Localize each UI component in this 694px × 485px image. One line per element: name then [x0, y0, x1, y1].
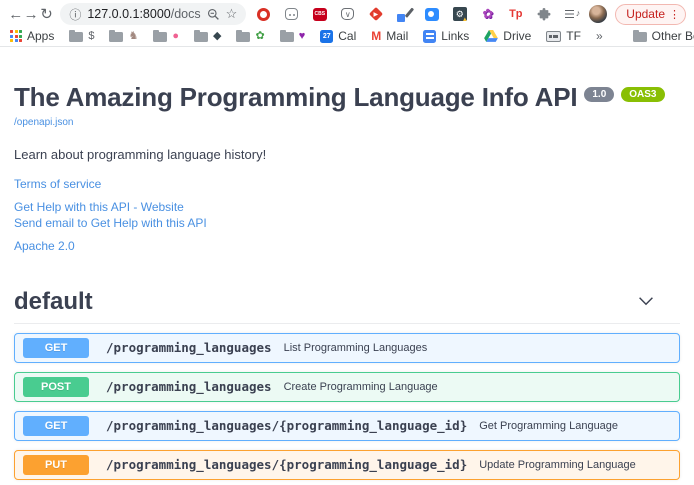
- page-title: The Amazing Programming Language Info AP…: [14, 83, 577, 112]
- gmail-icon: M: [371, 29, 381, 43]
- endpoint-summary: Update Programming Language: [479, 459, 636, 471]
- bookmark-folder-heart[interactable]: ♥: [280, 30, 306, 42]
- leaf-glyph: ✿: [255, 31, 264, 42]
- address-bar[interactable]: ⓘ 127.0.0.1:8000/docs ☆: [60, 3, 246, 25]
- site-info-icon[interactable]: ⓘ: [69, 6, 81, 23]
- folder-icon: [280, 32, 294, 42]
- endpoint-row-list-languages[interactable]: GET /programming_languages List Programm…: [14, 333, 680, 363]
- bookmark-folder-money[interactable]: $: [69, 30, 94, 42]
- oas3-badge: OAS3: [621, 87, 664, 102]
- bookmark-links[interactable]: Links: [423, 29, 469, 43]
- chat-bubble-extension-icon[interactable]: [284, 7, 299, 22]
- api-description: Learn about programming language history…: [14, 147, 680, 162]
- update-button[interactable]: Update ⋮: [615, 4, 686, 25]
- folder-icon: [69, 32, 83, 42]
- help-website-link[interactable]: Get Help with this API - Website: [14, 200, 680, 214]
- reload-icon[interactable]: ↻: [39, 7, 54, 22]
- swagger-docs-page: The Amazing Programming Language Info AP…: [0, 47, 694, 485]
- endpoint-row-update-language[interactable]: PUT /programming_languages/{programming_…: [14, 450, 680, 480]
- extensions-row: CBS ∨ ▶ ⚙▲ ✿ Tp ♪: [256, 7, 579, 22]
- forward-icon[interactable]: →: [23, 7, 38, 22]
- method-badge: GET: [23, 338, 89, 358]
- pocket-extension-icon[interactable]: ∨: [340, 7, 355, 22]
- endpoint-path: /programming_languages: [106, 340, 272, 355]
- bookmark-folder-school[interactable]: ◆: [194, 30, 221, 42]
- endpoint-path: /programming_languages: [106, 379, 272, 394]
- profile-avatar[interactable]: [589, 5, 607, 23]
- license-link[interactable]: Apache 2.0: [14, 239, 680, 253]
- brain-glyph: ●: [172, 31, 179, 42]
- redirect-diamond-extension-icon[interactable]: ▶: [368, 7, 383, 22]
- horse-glyph: ♞: [128, 31, 138, 42]
- bookmark-label: Apps: [27, 29, 54, 43]
- endpoint-summary: Get Programming Language: [479, 420, 618, 432]
- zoom-out-icon[interactable]: [207, 8, 220, 21]
- folder-icon: [153, 32, 167, 42]
- method-badge: POST: [23, 377, 89, 397]
- update-label: Update: [626, 7, 665, 21]
- browser-menu-icon[interactable]: ⋮: [669, 8, 680, 21]
- bookmark-other-bookmarks[interactable]: Other Bookmarks: [633, 29, 694, 43]
- color-picker-extension-icon[interactable]: [396, 7, 411, 22]
- endpoint-summary: Create Programming Language: [284, 381, 438, 393]
- terms-of-service-link[interactable]: Terms of service: [14, 177, 680, 191]
- openapi-spec-link[interactable]: /openapi.json: [14, 117, 74, 128]
- bookmarks-bar: Apps $ ♞ ● ◆ ✿ ♥ 27 Cal M Mail Links Drive…: [0, 28, 694, 47]
- browser-toolbar: ← → ↻ ⓘ 127.0.0.1:8000/docs ☆ CBS ∨ ▶ ⚙▲…: [0, 0, 694, 28]
- bookmark-star-icon[interactable]: ☆: [226, 6, 238, 22]
- grad-cap-glyph: ◆: [213, 31, 221, 42]
- folder-icon: [109, 32, 123, 42]
- video-camera-extension-icon[interactable]: [424, 7, 439, 22]
- bookmark-label: Mail: [386, 29, 408, 43]
- endpoint-row-create-language[interactable]: POST /programming_languages Create Progr…: [14, 372, 680, 402]
- folder-icon: [194, 32, 208, 42]
- purple-heart-glyph: ♥: [299, 31, 306, 42]
- endpoint-path: /programming_languages/{programming_lang…: [106, 457, 467, 472]
- bookmark-label: TF: [566, 29, 581, 43]
- calendar-icon: 27: [320, 30, 333, 43]
- folder-icon: [236, 32, 250, 42]
- endpoint-summary: List Programming Languages: [284, 342, 428, 354]
- bookmarks-overflow-icon[interactable]: »: [596, 29, 603, 43]
- bookmark-label: Links: [441, 29, 469, 43]
- cbs-extension-icon[interactable]: CBS: [312, 7, 327, 22]
- version-badge: 1.0: [584, 87, 614, 102]
- playlist-extension-icon[interactable]: ♪: [564, 7, 579, 22]
- api-title-row: The Amazing Programming Language Info AP…: [14, 83, 680, 112]
- tp-extension-icon[interactable]: Tp: [508, 7, 523, 22]
- url-text[interactable]: 127.0.0.1:8000/docs: [87, 7, 200, 21]
- flower-extension-icon[interactable]: ✿: [480, 7, 495, 22]
- method-badge: PUT: [23, 455, 89, 475]
- url-host: 127.0.0.1:8000: [87, 7, 170, 21]
- tf-icon: [546, 31, 561, 42]
- puzzle-extensions-menu-icon[interactable]: [536, 7, 551, 22]
- chevron-down-icon[interactable]: [638, 293, 654, 311]
- bookmark-folder-brain[interactable]: ●: [153, 30, 179, 42]
- help-email-link[interactable]: Send email to Get Help with this API: [14, 216, 680, 230]
- apps-grid-icon: [10, 30, 22, 42]
- bookmark-calendar[interactable]: 27 Cal: [320, 29, 356, 43]
- endpoint-path: /programming_languages/{programming_lang…: [106, 418, 467, 433]
- section-title: default: [14, 288, 93, 316]
- bookmark-drive[interactable]: Drive: [484, 29, 531, 43]
- bookmark-label: Cal: [338, 29, 356, 43]
- bookmark-apps[interactable]: Apps: [10, 29, 54, 43]
- bookmark-folder-horse[interactable]: ♞: [109, 30, 138, 42]
- drive-icon: [484, 30, 498, 42]
- bookmark-label: Drive: [503, 29, 531, 43]
- method-badge: GET: [23, 416, 89, 436]
- url-path: /docs: [171, 7, 201, 21]
- endpoint-row-get-language[interactable]: GET /programming_languages/{programming_…: [14, 411, 680, 441]
- gear-warning-extension-icon[interactable]: ⚙▲: [452, 7, 467, 22]
- bookmark-folder-leaf[interactable]: ✿: [236, 30, 264, 42]
- links-icon: [423, 30, 436, 43]
- bookmark-tf[interactable]: TF: [546, 29, 581, 43]
- bookmark-label: Other Bookmarks: [652, 29, 694, 43]
- adblock-extension-icon[interactable]: [256, 7, 271, 22]
- back-icon[interactable]: ←: [8, 7, 23, 22]
- folder-icon: [633, 32, 647, 42]
- bookmark-mail[interactable]: M Mail: [371, 29, 408, 43]
- default-section-header[interactable]: default: [14, 288, 680, 324]
- dollar-glyph: $: [88, 31, 94, 42]
